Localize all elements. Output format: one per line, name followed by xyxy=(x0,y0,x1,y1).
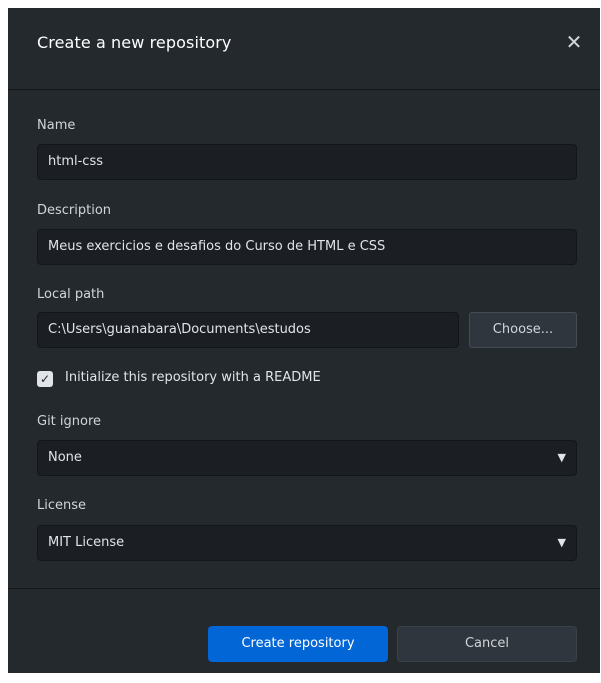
dialog-title: Create a new repository xyxy=(37,33,232,52)
local-path-label: Local path xyxy=(37,287,105,302)
cancel-button[interactable]: Cancel xyxy=(397,626,577,662)
name-label: Name xyxy=(37,118,76,133)
local-path-field[interactable]: C:\Users\guanabara\Documents\estudos xyxy=(37,312,459,348)
choose-button[interactable]: Choose... xyxy=(469,312,577,348)
description-label: Description xyxy=(37,203,112,218)
readme-label: Initialize this repository with a README xyxy=(65,370,321,385)
gitignore-label: Git ignore xyxy=(37,414,102,429)
license-label: License xyxy=(37,498,87,513)
dropdown-arrow-icon: ▼ xyxy=(557,536,566,549)
dropdown-arrow-icon: ▼ xyxy=(557,451,566,464)
license-select[interactable]: MIT License ▼ xyxy=(37,525,577,561)
dialog-footer: Create repository Cancel xyxy=(8,588,600,673)
description-field[interactable]: Meus exercicios e desafios do Curso de H… xyxy=(37,229,577,265)
name-field[interactable]: html-css xyxy=(37,144,577,180)
create-repository-dialog: Create a new repository ✕ Name html-css … xyxy=(8,8,600,673)
dialog-header: Create a new repository ✕ xyxy=(8,8,600,90)
readme-checkbox[interactable]: ✓ xyxy=(37,371,53,387)
close-icon[interactable]: ✕ xyxy=(562,30,586,54)
gitignore-select[interactable]: None ▼ xyxy=(37,440,577,476)
create-repository-button[interactable]: Create repository xyxy=(208,626,388,662)
license-value: MIT License xyxy=(48,535,125,550)
gitignore-value: None xyxy=(48,450,82,465)
